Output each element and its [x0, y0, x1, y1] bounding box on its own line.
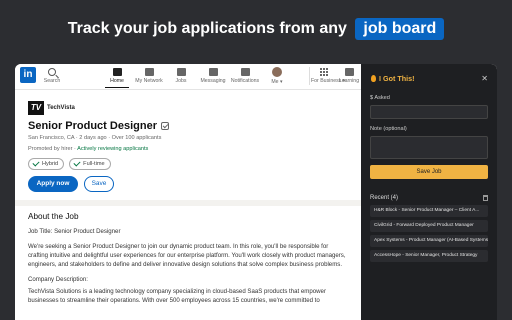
linkedin-page: in Search Home My Network Jobs Messaging…	[15, 64, 361, 320]
asked-label: $ Asked	[370, 95, 390, 101]
apply-now-button[interactable]: Apply now	[28, 176, 78, 192]
promoted-prefix: Promoted by hirer ·	[28, 146, 78, 152]
home-icon	[112, 68, 122, 76]
job-title: Senior Product Designer	[28, 120, 349, 132]
company-description: TechVista Solutions is a leading technol…	[28, 288, 326, 304]
extension-title: I Got This!	[371, 74, 415, 83]
verified-icon	[160, 122, 169, 130]
nav-item-me[interactable]: Me ▾	[261, 66, 293, 85]
banner-highlight: job board	[355, 18, 445, 40]
extension-header: I Got This! ✕	[370, 64, 488, 92]
for-business-label: For Business ▾	[311, 78, 346, 84]
close-icon[interactable]: ✕	[481, 74, 488, 83]
save-job-button[interactable]: Save Job	[370, 165, 488, 179]
search-button[interactable]: Search	[41, 68, 63, 84]
banner-text: Track your job applications from any	[67, 20, 347, 37]
pill-hybrid: Hybrid	[28, 158, 65, 170]
job-meta: San Francisco, CA · 2 days ago · Over 10…	[28, 135, 162, 141]
hiring-status: Actively reviewing applicants	[77, 146, 149, 152]
list-item[interactable]: H&R Block - Senior Product Manager – Cli…	[370, 205, 488, 217]
nav-item-label: Jobs	[175, 78, 187, 84]
note-textarea[interactable]	[370, 136, 488, 159]
job-title-text: Senior Product Designer	[28, 120, 157, 132]
network-icon	[144, 68, 154, 76]
for-business-button[interactable]: For Business ▾	[311, 66, 346, 84]
search-icon	[48, 68, 56, 76]
action-row: Apply now Save	[28, 176, 349, 192]
company-name[interactable]: TechVista	[47, 105, 75, 111]
extension-panel: I Got This! ✕ $ Asked Note (optional) Sa…	[361, 64, 497, 320]
learning-icon	[344, 68, 354, 76]
nav-item-my-network[interactable]: My Network	[133, 66, 165, 85]
list-item[interactable]: AccessHope - Senior Manager, Product Str…	[370, 250, 488, 262]
about-heading: About the Job	[28, 212, 79, 221]
bell-icon	[240, 68, 250, 76]
grid-icon	[320, 68, 328, 76]
nav-item-label: Me ▾	[271, 79, 283, 85]
company-description-label: Company Description:	[28, 276, 88, 283]
nav-item-home[interactable]: Home	[101, 66, 133, 88]
asked-input[interactable]	[370, 105, 488, 119]
fire-icon	[371, 74, 376, 82]
linkedin-logo[interactable]: in	[20, 67, 36, 83]
check-icon	[73, 159, 81, 167]
pill-full-time: Full-time	[69, 158, 111, 170]
recent-header: Recent (4)	[370, 195, 488, 201]
jobs-icon	[176, 68, 186, 76]
nav-item-label: Home	[110, 78, 124, 84]
nav-item-label: My Network	[135, 78, 163, 84]
list-item[interactable]: CivilGrid - Forward Deployed Product Man…	[370, 220, 488, 232]
about-paragraph: We're seeking a Senior Product Designer …	[28, 243, 346, 268]
about-section: About the Job Job Title: Senior Product …	[15, 206, 361, 305]
nav-item-label: Messaging	[200, 78, 226, 84]
messaging-icon	[208, 68, 218, 76]
job-top-card: TV TechVista Senior Product Designer San…	[15, 90, 361, 192]
list-item[interactable]: Apex Systems - Product Manager (AI-Based…	[370, 235, 488, 247]
promo-banner: Track your job applications from any job…	[0, 18, 512, 40]
save-button[interactable]: Save	[84, 176, 114, 192]
learning-button[interactable]: Learning	[338, 66, 360, 84]
pill-label: Full-time	[83, 161, 105, 167]
company-logo[interactable]: TV	[28, 101, 44, 115]
recent-label: Recent (4)	[370, 195, 399, 201]
nav-items: Home My Network Jobs Messaging Notificat…	[101, 66, 293, 88]
learning-label: Learning	[338, 78, 360, 84]
trash-icon[interactable]	[483, 195, 488, 201]
linkedin-nav-bar: in Search Home My Network Jobs Messaging…	[15, 64, 361, 90]
search-label: Search	[43, 78, 61, 84]
promoted-line: Promoted by hirer · Actively reviewing a…	[28, 146, 349, 152]
company-row: TV TechVista	[28, 100, 349, 116]
nav-item-jobs[interactable]: Jobs	[165, 66, 197, 85]
nav-item-messaging[interactable]: Messaging	[197, 66, 229, 85]
check-icon	[32, 159, 40, 167]
pill-label: Hybrid	[42, 161, 59, 167]
about-job-title-line: Job Title: Senior Product Designer	[28, 228, 121, 235]
browser-frame: in Search Home My Network Jobs Messaging…	[15, 64, 497, 320]
extension-title-text: I Got This!	[379, 73, 415, 83]
note-label: Note (optional)	[370, 126, 407, 132]
job-pills: Hybrid Full-time	[28, 158, 349, 170]
recent-list: H&R Block - Senior Product Manager – Cli…	[370, 205, 488, 262]
nav-divider	[309, 67, 310, 85]
avatar	[272, 67, 282, 77]
nav-item-label: Notifications	[230, 78, 260, 84]
nav-item-notifications[interactable]: Notifications	[229, 66, 261, 85]
